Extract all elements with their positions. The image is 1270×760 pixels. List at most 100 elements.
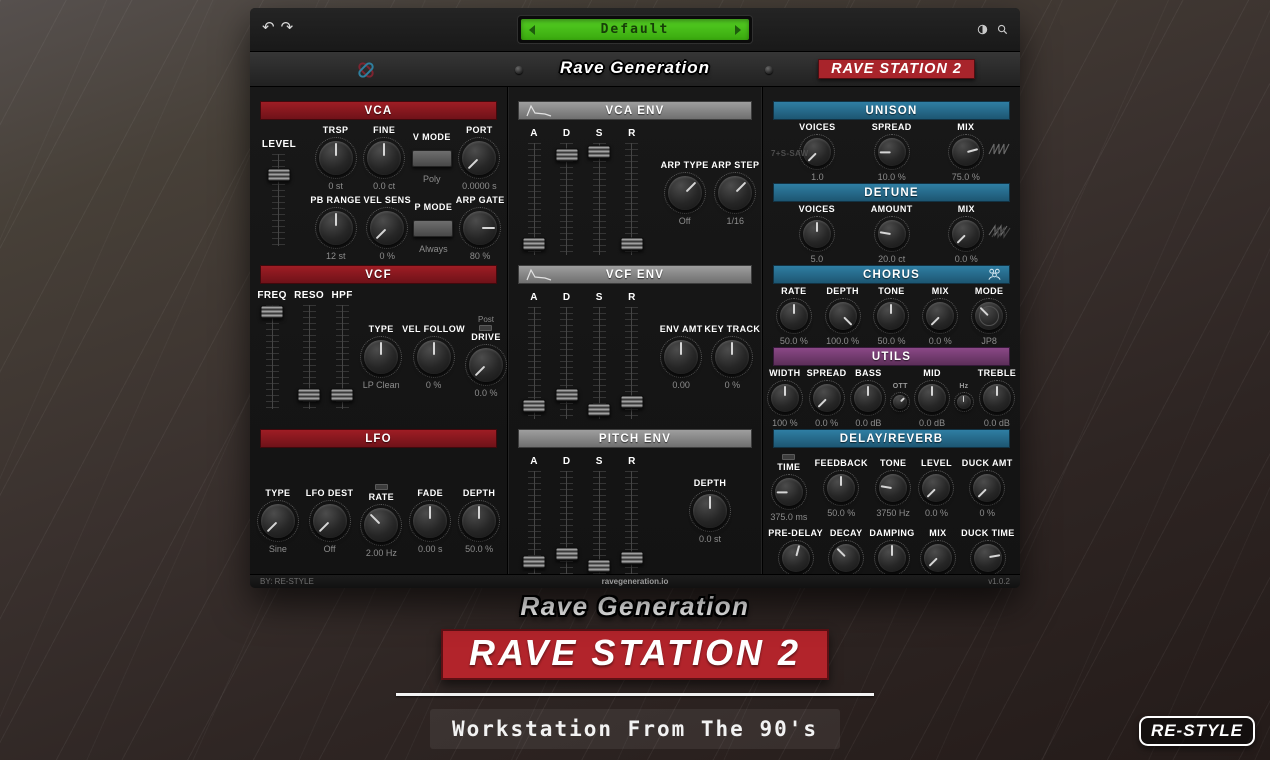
depth-knob-dial[interactable] (829, 302, 857, 330)
depth-knob[interactable] (825, 298, 861, 334)
mode-knob[interactable] (971, 298, 1007, 334)
d-slider[interactable] (560, 143, 573, 255)
spread-knob[interactable] (809, 380, 845, 416)
hpf-slider[interactable] (336, 305, 349, 409)
r-slider[interactable] (625, 143, 638, 255)
type-knob-dial[interactable] (261, 504, 295, 538)
s-slider-handle[interactable] (588, 146, 611, 159)
tone-knob-dial[interactable] (879, 474, 907, 502)
footer-website[interactable]: ravegeneration.io (602, 577, 669, 586)
fine-knob[interactable] (363, 137, 405, 179)
damping-knob-dial[interactable] (878, 544, 906, 572)
freq-slider[interactable] (266, 305, 279, 409)
rate-knob[interactable] (360, 504, 402, 546)
trsp-knob[interactable] (315, 137, 357, 179)
spread-knob[interactable] (874, 134, 910, 170)
voices-knob-dial[interactable] (803, 220, 831, 248)
depth-knob-dial[interactable] (462, 504, 496, 538)
time-knob[interactable] (771, 474, 807, 510)
undo-icon[interactable]: ↶ (262, 18, 275, 38)
mode-knob-dial[interactable] (975, 302, 1003, 330)
r-slider[interactable] (625, 471, 638, 574)
voices-knob[interactable] (799, 216, 835, 252)
spread-knob-dial[interactable] (813, 384, 841, 412)
vel-sens-knob-dial[interactable] (370, 211, 404, 245)
time-knob-dial[interactable] (775, 478, 803, 506)
mix-knob[interactable] (948, 216, 984, 252)
lfo-dest-knob-dial[interactable] (313, 504, 347, 538)
rate-knob-dial[interactable] (780, 302, 808, 330)
hz-knob[interactable] (954, 392, 974, 412)
type-knob-dial[interactable] (364, 340, 398, 374)
d-slider-handle[interactable] (555, 547, 578, 560)
s-slider-handle[interactable] (588, 404, 611, 417)
p-mode-button[interactable] (413, 220, 453, 237)
type-knob[interactable] (257, 500, 299, 542)
port-knob[interactable] (458, 137, 500, 179)
pb-range-knob-dial[interactable] (319, 211, 353, 245)
reso-slider-handle[interactable] (298, 388, 321, 401)
treble-knob[interactable] (979, 380, 1015, 416)
treble-knob-dial[interactable] (983, 384, 1011, 412)
spread-knob-dial[interactable] (878, 138, 906, 166)
arp-step-knob[interactable] (714, 172, 756, 214)
r-slider-handle[interactable] (620, 238, 643, 251)
preset-prev-arrow-icon[interactable] (529, 25, 535, 35)
a-slider[interactable] (528, 143, 541, 255)
d-slider-handle[interactable] (555, 388, 578, 401)
redo-icon[interactable]: ↷ (281, 18, 294, 38)
lfo-dest-knob[interactable] (309, 500, 351, 542)
r-slider-handle[interactable] (620, 551, 643, 564)
s-slider[interactable] (593, 307, 606, 419)
pre-delay-knob-dial[interactable] (782, 544, 810, 572)
bass-knob[interactable] (850, 380, 886, 416)
depth-knob-dial[interactable] (693, 494, 727, 528)
amount-knob-dial[interactable] (878, 220, 906, 248)
drive-mode-toggle[interactable] (479, 325, 492, 331)
v-mode-button[interactable] (412, 150, 452, 167)
damping-knob[interactable] (874, 540, 910, 576)
duck-time-knob-dial[interactable] (974, 544, 1002, 572)
pre-delay-knob[interactable] (778, 540, 814, 576)
rate-knob[interactable] (776, 298, 812, 334)
mix-knob-dial[interactable] (924, 544, 952, 572)
fine-knob-dial[interactable] (367, 141, 401, 175)
type-knob[interactable] (360, 336, 402, 378)
a-slider[interactable] (528, 471, 541, 574)
feedback-knob-dial[interactable] (827, 474, 855, 502)
mix-knob[interactable] (948, 134, 984, 170)
level-knob-dial[interactable] (922, 474, 950, 502)
env-amt-knob-dial[interactable] (664, 340, 698, 374)
freq-slider-handle[interactable] (261, 305, 284, 318)
mix-knob[interactable] (920, 540, 956, 576)
tone-knob[interactable] (875, 470, 911, 506)
level-knob[interactable] (918, 470, 954, 506)
a-slider-handle[interactable] (523, 399, 546, 412)
s-slider[interactable] (593, 143, 606, 255)
vel-follow-knob-dial[interactable] (417, 340, 451, 374)
duck-time-knob[interactable] (970, 540, 1006, 576)
rate-knob-dial[interactable] (364, 508, 398, 542)
fade-knob[interactable] (409, 500, 451, 542)
d-slider-handle[interactable] (555, 148, 578, 161)
reso-slider[interactable] (303, 305, 316, 409)
mid-knob[interactable] (914, 380, 950, 416)
port-knob-dial[interactable] (462, 141, 496, 175)
hpf-slider-handle[interactable] (331, 388, 354, 401)
mix-knob[interactable] (922, 298, 958, 334)
vel-follow-knob[interactable] (413, 336, 455, 378)
zoom-icon[interactable] (997, 22, 1008, 40)
tone-knob-dial[interactable] (877, 302, 905, 330)
depth-knob[interactable] (458, 500, 500, 542)
level-slider[interactable] (272, 154, 285, 246)
drive-knob-dial[interactable] (469, 348, 503, 382)
decay-knob-dial[interactable] (832, 544, 860, 572)
ott-knob[interactable] (890, 392, 910, 412)
arp-type-knob[interactable] (664, 172, 706, 214)
decay-knob[interactable] (828, 540, 864, 576)
a-slider-handle[interactable] (523, 238, 546, 251)
arp-step-knob-dial[interactable] (718, 176, 752, 210)
ott-knob-dial[interactable] (893, 395, 907, 409)
a-slider[interactable] (528, 307, 541, 419)
key-track-knob[interactable] (711, 336, 753, 378)
